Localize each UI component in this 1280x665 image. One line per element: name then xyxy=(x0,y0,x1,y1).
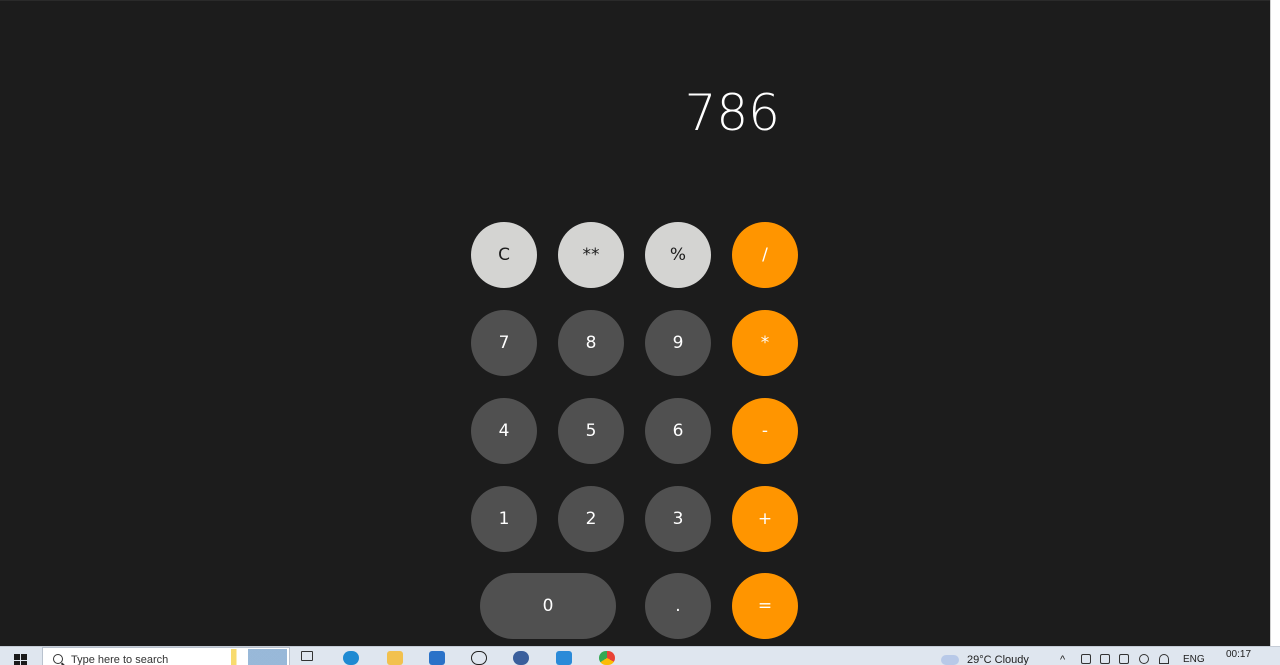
network-icon[interactable] xyxy=(1100,654,1110,664)
digit-2-button[interactable]: 2 xyxy=(558,486,624,552)
digit-8-button[interactable]: 8 xyxy=(558,310,624,376)
clock[interactable]: 00:17 xyxy=(1226,649,1251,660)
digit-5-button[interactable]: 5 xyxy=(558,398,624,464)
task-view-icon[interactable] xyxy=(298,651,316,665)
subtract-button[interactable]: - xyxy=(732,398,798,464)
power-button[interactable]: ** xyxy=(558,222,624,288)
clear-button[interactable]: C xyxy=(471,222,537,288)
digit-4-button[interactable]: 4 xyxy=(471,398,537,464)
cloud-weather-icon xyxy=(941,655,959,665)
equals-button[interactable]: = xyxy=(732,573,798,639)
calculator-app: 786 C ** % / 7 8 9 * 4 5 6 - 1 2 3 + 0 .… xyxy=(0,0,1270,646)
digit-7-button[interactable]: 7 xyxy=(471,310,537,376)
search-placeholder: Type here to search xyxy=(71,654,169,665)
search-icon xyxy=(53,654,63,664)
edge-icon[interactable] xyxy=(342,651,360,665)
digit-6-button[interactable]: 6 xyxy=(645,398,711,464)
battery-icon[interactable] xyxy=(1081,654,1091,664)
chrome-icon[interactable] xyxy=(598,651,616,665)
volume-icon[interactable] xyxy=(1139,654,1149,664)
dell-icon[interactable] xyxy=(470,651,488,665)
calculator-display: 786 xyxy=(684,84,780,142)
percent-button[interactable]: % xyxy=(645,222,711,288)
taskbar: Type here to search 29°C Cloudy ^ ENG 00… xyxy=(0,646,1280,665)
digit-9-button[interactable]: 9 xyxy=(645,310,711,376)
windows-logo-icon xyxy=(13,654,27,665)
weather-text[interactable]: 29°C Cloudy xyxy=(967,654,1029,665)
multiply-button[interactable]: * xyxy=(732,310,798,376)
photos-icon[interactable] xyxy=(512,651,530,665)
add-button[interactable]: + xyxy=(732,486,798,552)
chevron-up-icon[interactable]: ^ xyxy=(1060,654,1065,665)
window-edge xyxy=(1270,0,1280,646)
vscode-icon[interactable] xyxy=(555,651,573,665)
digit-3-button[interactable]: 3 xyxy=(645,486,711,552)
file-explorer-icon[interactable] xyxy=(386,651,404,665)
display-icon[interactable] xyxy=(1119,654,1129,664)
wifi-icon[interactable] xyxy=(1159,654,1169,664)
divide-button[interactable]: / xyxy=(732,222,798,288)
digit-0-button[interactable]: 0 xyxy=(480,573,616,639)
taskbar-search-box[interactable]: Type here to search xyxy=(42,647,290,665)
mail-icon[interactable] xyxy=(428,651,446,665)
start-button[interactable] xyxy=(0,647,40,665)
language-indicator[interactable]: ENG xyxy=(1183,654,1205,665)
digit-1-button[interactable]: 1 xyxy=(471,486,537,552)
decimal-button[interactable]: . xyxy=(645,573,711,639)
search-highlight-icon xyxy=(231,649,287,665)
